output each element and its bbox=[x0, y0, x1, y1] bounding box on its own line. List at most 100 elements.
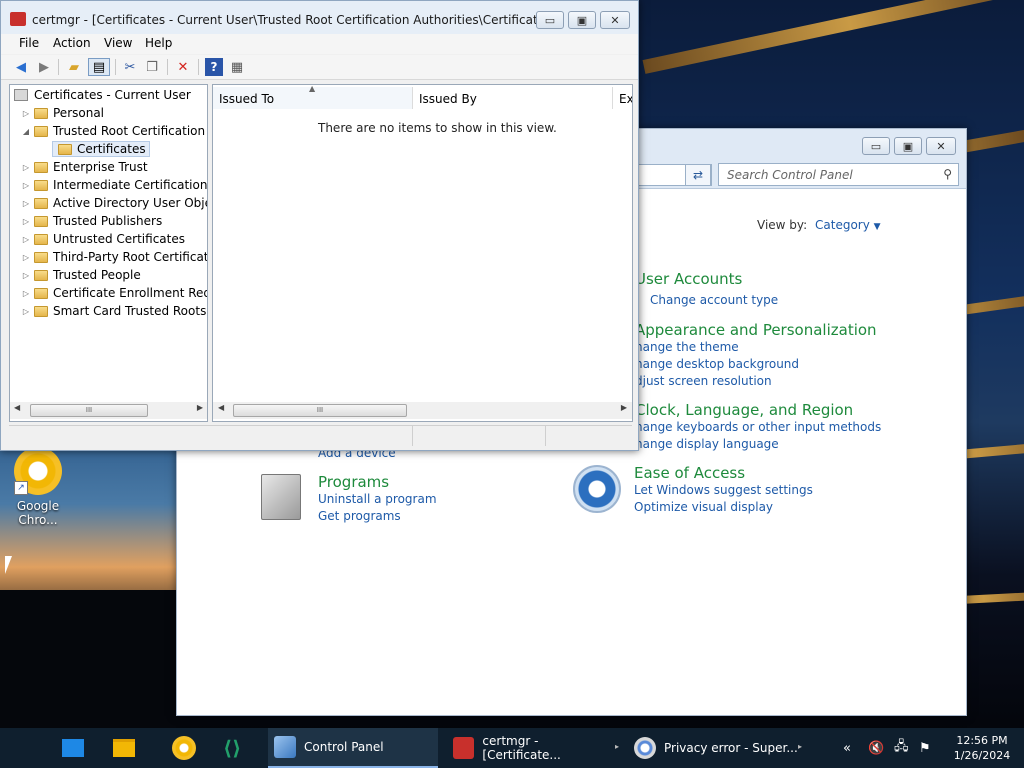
minimize-button[interactable]: ▭ bbox=[862, 137, 890, 155]
column-header-issued-by[interactable]: Issued By bbox=[413, 87, 613, 109]
programs-icon[interactable] bbox=[261, 474, 301, 520]
uninstall-program-link[interactable]: Uninstall a program bbox=[318, 492, 437, 506]
chevron-icon[interactable]: « bbox=[843, 728, 851, 768]
search-input[interactable]: Search Control Panel ⚲ bbox=[718, 163, 959, 186]
tree-item-personal[interactable]: ▷ Personal bbox=[20, 104, 104, 122]
delete-icon[interactable]: ✕ bbox=[174, 58, 192, 76]
tree-item-enrollment[interactable]: ▷ Certificate Enrollment Reque: bbox=[20, 284, 207, 302]
empty-list-message: There are no items to show in this view. bbox=[318, 121, 557, 135]
expand-icon[interactable]: ▷ bbox=[20, 307, 32, 316]
tree-item-intermediate[interactable]: ▷ Intermediate Certification Au bbox=[20, 176, 207, 194]
optimize-display-link[interactable]: Optimize visual display bbox=[634, 500, 773, 514]
tree-item-trusted-people[interactable]: ▷ Trusted People bbox=[20, 266, 141, 284]
maximize-button[interactable]: ▣ bbox=[568, 11, 596, 29]
copy-icon[interactable]: ❐ bbox=[143, 58, 161, 76]
chrome-icon[interactable] bbox=[172, 728, 196, 768]
appearance-heading[interactable]: Appearance and Personalization bbox=[635, 321, 877, 339]
sort-ascending-icon: ▲ bbox=[309, 84, 316, 93]
tree-item-untrusted[interactable]: ▷ Untrusted Certificates bbox=[20, 230, 185, 248]
clock[interactable]: 12:56 PM 1/26/2024 bbox=[952, 733, 1012, 763]
file-explorer-icon[interactable] bbox=[113, 728, 135, 768]
change-background-link[interactable]: hange desktop background bbox=[635, 357, 799, 371]
ease-of-access-heading[interactable]: Ease of Access bbox=[634, 464, 745, 482]
expand-icon[interactable]: ▷ bbox=[20, 289, 32, 298]
expand-icon[interactable]: ▷ bbox=[20, 109, 32, 118]
user-accounts-heading[interactable]: User Accounts bbox=[635, 270, 742, 288]
expand-icon[interactable]: ▷ bbox=[20, 253, 32, 262]
certmgr-titlebar[interactable]: certmgr - [Certificates - Current User\T… bbox=[1, 1, 638, 34]
console-tree[interactable]: Certificates - Current User ▷ Personal ◢ T… bbox=[9, 84, 208, 422]
scrollbar-thumb[interactable]: III bbox=[233, 404, 407, 417]
clock-date: 1/26/2024 bbox=[953, 749, 1011, 762]
change-account-type-link[interactable]: Change account type bbox=[650, 293, 778, 307]
tree-item-certificates[interactable]: Certificates bbox=[40, 140, 150, 158]
vscode-icon[interactable]: ⟨⟩ bbox=[223, 728, 241, 768]
search-icon[interactable]: ⚲ bbox=[943, 167, 952, 181]
tree-horizontal-scrollbar[interactable]: ◀ III ▶ bbox=[10, 402, 207, 419]
change-theme-link[interactable]: hange the theme bbox=[635, 340, 739, 354]
cut-icon[interactable]: ✂ bbox=[121, 58, 139, 76]
suggest-settings-link[interactable]: Let Windows suggest settings bbox=[634, 483, 813, 497]
refresh-button[interactable]: ⇄ bbox=[685, 164, 711, 186]
tree-root[interactable]: Certificates - Current User bbox=[10, 86, 191, 104]
close-button[interactable]: ✕ bbox=[600, 11, 630, 29]
taskbar-item-control-panel[interactable]: Control Panel bbox=[268, 728, 438, 768]
network-icon[interactable]: 🖧 bbox=[894, 728, 909, 768]
expand-icon[interactable]: ▷ bbox=[20, 199, 32, 208]
expand-icon[interactable]: ▷ bbox=[20, 163, 32, 172]
view-by-dropdown[interactable]: Category ▼ bbox=[815, 218, 881, 232]
speaker-muted-icon[interactable]: 🔇 bbox=[868, 728, 884, 768]
scroll-right-arrow-icon[interactable]: ▶ bbox=[621, 403, 627, 412]
adjust-resolution-link[interactable]: djust screen resolution bbox=[635, 374, 772, 388]
taskbar-item-certmgr[interactable]: certmgr - [Certificate... ▸ bbox=[447, 728, 619, 768]
menu-action[interactable]: Action bbox=[53, 36, 91, 50]
tree-item-trusted-publishers[interactable]: ▷ Trusted Publishers bbox=[20, 212, 162, 230]
show-hide-tree-icon[interactable]: ▤ bbox=[88, 58, 110, 76]
mouse-cursor-icon bbox=[5, 556, 19, 574]
ease-of-access-icon[interactable] bbox=[573, 465, 621, 513]
scrollbar-thumb[interactable]: III bbox=[30, 404, 148, 417]
change-keyboards-link[interactable]: hange keyboards or other input methods bbox=[635, 420, 881, 434]
properties-icon[interactable]: ▦ bbox=[228, 58, 246, 76]
scroll-left-arrow-icon[interactable]: ◀ bbox=[218, 403, 224, 412]
change-language-link[interactable]: hange display language bbox=[635, 437, 779, 451]
expand-icon[interactable]: ▷ bbox=[20, 235, 32, 244]
get-programs-link[interactable]: Get programs bbox=[318, 509, 401, 523]
clock-region-heading[interactable]: Clock, Language, and Region bbox=[635, 401, 853, 419]
tree-item-label: Personal bbox=[53, 106, 105, 120]
action-center-icon[interactable]: ⚑ bbox=[919, 728, 931, 768]
expand-icon[interactable]: ▷ bbox=[20, 181, 32, 190]
collapse-icon[interactable]: ◢ bbox=[20, 127, 32, 136]
start-icon[interactable] bbox=[14, 738, 34, 758]
list-horizontal-scrollbar[interactable]: ◀ III ▶ bbox=[213, 402, 632, 419]
menu-file[interactable]: File bbox=[19, 36, 39, 50]
column-header-expiration[interactable]: Ex bbox=[613, 87, 632, 109]
forward-arrow-icon[interactable]: ▶ bbox=[35, 58, 53, 76]
tree-selected-item[interactable]: Certificates bbox=[52, 141, 150, 157]
scroll-left-arrow-icon[interactable]: ◀ bbox=[14, 403, 20, 412]
help-icon[interactable]: ? bbox=[205, 58, 223, 76]
desktop-icon-chrome[interactable]: ↗ Google Chro... bbox=[8, 447, 68, 527]
scroll-right-arrow-icon[interactable]: ▶ bbox=[197, 403, 203, 412]
expand-icon[interactable]: ▷ bbox=[20, 271, 32, 280]
tree-item-third-party[interactable]: ▷ Third-Party Root Certificatior bbox=[20, 248, 207, 266]
up-folder-icon[interactable]: ▰ bbox=[65, 58, 83, 76]
tree-item-enterprise-trust[interactable]: ▷ Enterprise Trust bbox=[20, 158, 148, 176]
programs-heading[interactable]: Programs bbox=[318, 473, 389, 491]
tree-item-active-directory[interactable]: ▷ Active Directory User Object bbox=[20, 194, 207, 212]
tree-item-trusted-root[interactable]: ◢ Trusted Root Certification Au bbox=[20, 122, 207, 140]
maximize-button[interactable]: ▣ bbox=[894, 137, 922, 155]
certificate-list[interactable]: Issued To ▲ Issued By Ex There are no it… bbox=[212, 84, 633, 422]
folder-icon bbox=[34, 107, 48, 119]
taskbar-item-chrome[interactable]: Privacy error - Super... ▸ bbox=[628, 728, 802, 768]
close-button[interactable]: ✕ bbox=[926, 137, 956, 155]
tree-item-smart-card[interactable]: ▷ Smart Card Trusted Roots bbox=[20, 302, 206, 320]
menu-view[interactable]: View bbox=[104, 36, 132, 50]
desktop-icon[interactable] bbox=[62, 728, 84, 768]
menu-help[interactable]: Help bbox=[145, 36, 172, 50]
expand-icon[interactable]: ▷ bbox=[20, 217, 32, 226]
tree-item-label: Certificates bbox=[77, 142, 146, 156]
back-arrow-icon[interactable]: ◀ bbox=[12, 58, 30, 76]
column-header-issued-to[interactable]: Issued To ▲ bbox=[213, 84, 413, 109]
minimize-button[interactable]: ▭ bbox=[536, 11, 564, 29]
